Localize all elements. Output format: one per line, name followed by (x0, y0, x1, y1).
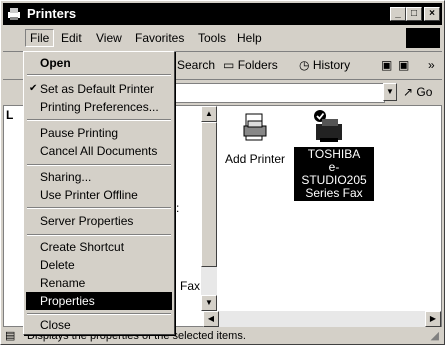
fax-printer-label: TOSHIBA e-STUDIO205 Series Fax (294, 147, 374, 201)
move-to-icon[interactable]: ▣ (381, 58, 392, 72)
scroll-thumb[interactable] (201, 122, 217, 267)
resize-grip-icon[interactable]: ◢ (431, 329, 439, 342)
menu-item-use-offline[interactable]: Use Printer Offline (26, 186, 172, 204)
checkmark-icon: ✔ (29, 83, 38, 94)
search-button[interactable]: Search (177, 58, 215, 72)
menu-separator (27, 313, 171, 315)
scroll-up-button[interactable]: ▲ (201, 106, 217, 122)
folders-icon: ▭ (223, 58, 235, 72)
menu-item-open[interactable]: Open (26, 54, 172, 72)
printer-folder-icon (8, 8, 20, 20)
folders-button[interactable]: ▭ Folders (223, 58, 278, 72)
address-dropdown-button[interactable]: ▼ (383, 83, 397, 101)
menu-bar: File Edit View Favorites Tools Help (3, 27, 442, 49)
left-pane-letter: L (6, 108, 14, 122)
maximize-button[interactable]: □ (406, 7, 422, 21)
history-icon: ◷ (299, 58, 310, 72)
menu-item-server-properties[interactable]: Server Properties (26, 212, 172, 230)
close-button[interactable]: × (424, 7, 440, 21)
add-printer-icon (243, 113, 267, 141)
left-pane-fax-text: Fax (180, 279, 201, 293)
menu-file[interactable]: File (25, 29, 55, 47)
menu-separator (27, 119, 171, 121)
menu-tools[interactable]: Tools (198, 31, 226, 45)
minimize-button[interactable]: _ (390, 7, 406, 21)
file-menu: Open ✔ Set as Default Printer Printing P… (23, 51, 175, 335)
menu-separator (27, 74, 171, 76)
history-label: History (312, 58, 351, 72)
menu-item-pause-printing[interactable]: Pause Printing (26, 124, 172, 142)
copy-to-icon[interactable]: ▣ (398, 58, 409, 72)
left-pane-colon: : (176, 201, 180, 215)
toolbar-overflow[interactable]: » (428, 58, 435, 72)
menu-separator (27, 164, 171, 166)
menu-separator (27, 207, 171, 209)
menu-item-sharing[interactable]: Sharing... (26, 168, 172, 186)
status-printer-icon: ▤ (5, 330, 16, 342)
menu-view[interactable]: View (96, 31, 122, 45)
menu-item-create-shortcut[interactable]: Create Shortcut (26, 238, 172, 256)
folders-label: Folders (237, 58, 278, 72)
menu-separator (27, 234, 171, 236)
go-button[interactable]: ↗ Go (403, 85, 432, 99)
menu-item-set-default[interactable]: ✔ Set as Default Printer (26, 80, 172, 98)
go-arrow-icon: ↗ (403, 85, 414, 99)
horizontal-scrollbar[interactable]: ◀ ▶ (203, 311, 441, 327)
history-button[interactable]: ◷ History (299, 58, 350, 72)
menu-item-cancel-all[interactable]: Cancel All Documents (26, 142, 172, 160)
scroll-down-button[interactable]: ▼ (201, 295, 217, 311)
scroll-left-button[interactable]: ◀ (203, 311, 219, 327)
address-input[interactable] (153, 83, 385, 103)
menu-item-delete[interactable]: Delete (26, 256, 172, 274)
go-label: Go (416, 85, 433, 99)
windows-logo (406, 28, 440, 48)
menu-favorites[interactable]: Favorites (135, 31, 184, 45)
menu-item-rename[interactable]: Rename (26, 274, 172, 292)
menu-item-properties[interactable]: Properties (26, 292, 172, 310)
add-printer-label: Add Printer (224, 152, 286, 166)
title-bar[interactable]: Printers _ □ × (3, 3, 442, 25)
menu-edit[interactable]: Edit (61, 31, 82, 45)
scroll-right-button[interactable]: ▶ (425, 311, 441, 327)
window-title: Printers (27, 6, 77, 21)
vertical-scrollbar[interactable]: ▲ ▼ (201, 106, 217, 311)
fax-printer-icon (314, 110, 342, 142)
fax-label-line-2: e-STUDIO205 (301, 160, 367, 187)
menu-item-set-default-label: Set as Default Printer (40, 82, 155, 96)
menu-item-printing-preferences[interactable]: Printing Preferences... (26, 98, 172, 116)
fax-label-line-3: Series Fax (305, 186, 363, 200)
menu-help[interactable]: Help (237, 31, 262, 45)
menu-item-close[interactable]: Close (26, 316, 172, 334)
